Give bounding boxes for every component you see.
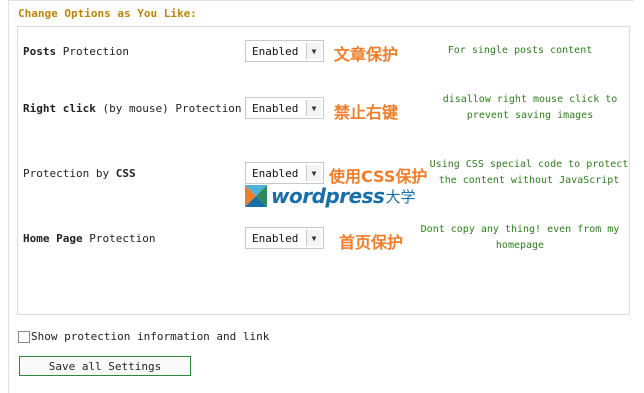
posts-description: For single posts content	[447, 45, 593, 56]
select-value: Enabled	[252, 232, 299, 245]
left-divider	[8, 0, 9, 393]
show-info-checkbox[interactable]	[18, 331, 30, 343]
posts-protection-select[interactable]: Enabled ▼	[245, 40, 324, 62]
right-click-description: disallow right mouse click to prevent sa…	[442, 94, 618, 121]
chevron-down-icon[interactable]: ▼	[306, 230, 321, 246]
css-protection-label: Protection by CSS	[23, 167, 136, 180]
show-info-label[interactable]: Show protection information and link	[31, 330, 269, 343]
home-page-protection-label: Home Page Protection	[23, 232, 156, 245]
posts-protection-label: Posts Protection	[23, 45, 129, 58]
select-value: Enabled	[252, 45, 299, 58]
logo-icon	[245, 185, 267, 207]
watermark-cn: 大学	[385, 187, 416, 206]
watermark-text: wordpress	[271, 184, 385, 208]
css-description: Using CSS special code to protect the co…	[429, 159, 629, 186]
home-page-protection-select[interactable]: Enabled ▼	[245, 227, 324, 249]
home-page-description: Dont copy any thing! even from my homepa…	[420, 224, 620, 251]
chevron-down-icon[interactable]: ▼	[306, 165, 321, 181]
chevron-down-icon[interactable]: ▼	[306, 100, 321, 116]
section-title: Change Options as You Like:	[18, 7, 197, 20]
right-click-protection-label: Right click (by mouse) Protection	[23, 102, 242, 115]
watermark: wordpress 大学	[245, 183, 415, 209]
css-protection-select[interactable]: Enabled ▼	[245, 162, 324, 184]
home-page-annotation: 首页保护	[339, 233, 404, 252]
right-click-protection-select[interactable]: Enabled ▼	[245, 97, 324, 119]
chevron-down-icon[interactable]: ▼	[306, 43, 321, 59]
save-settings-button[interactable]: Save all Settings	[19, 356, 191, 376]
top-divider	[8, 0, 634, 1]
posts-annotation: 文章保护	[334, 45, 399, 64]
select-value: Enabled	[252, 167, 299, 180]
right-click-annotation: 禁止右键	[334, 103, 399, 122]
select-value: Enabled	[252, 102, 299, 115]
